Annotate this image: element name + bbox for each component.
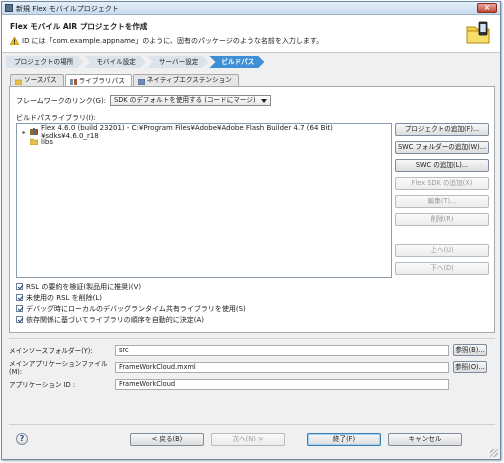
window-title: 新規 Flex モバイルプロジェクト [16, 5, 119, 13]
tree-item-flex-sdk-label: Flex 4.6.0 (build 23201) - C:¥Program Fi… [40, 124, 333, 140]
wizard-message: ID には「com.example.appname」のように、固有のパッケージの… [10, 36, 323, 46]
crumb-server-settings[interactable]: サーバー設定 [147, 56, 209, 68]
warning-icon [10, 37, 19, 45]
wizard-breadcrumb: プロジェクトの場所 モバイル設定 サーバー設定 ビルドパス [6, 56, 265, 68]
add-swc-button[interactable]: SWC の追加(L)... [395, 159, 489, 172]
folder-project-icon [464, 19, 492, 47]
app-id-row: アプリケーション ID : FrameWorkCloud [9, 378, 495, 390]
add-flex-sdk-button[interactable]: Flex SDK の追加(X) [395, 177, 489, 190]
back-button[interactable]: < 戻る(B) [130, 433, 204, 446]
remove-button[interactable]: 削除(R) [395, 213, 489, 226]
tree-item-flex-sdk[interactable]: ▸ Flex 4.6.0 (build 23201) - C:¥Program … [21, 124, 387, 140]
wizard-title: Flex モバイル AIR プロジェクトを作成 [10, 22, 148, 31]
use-local-debug-runtime-label: デバッグ時にローカルのデバッグランタイム共有ライブラリを使用(S) [26, 304, 246, 313]
auto-library-order-checkbox[interactable]: 依存関係に基づいてライブラリの順序を自動的に決定(A) [16, 314, 246, 325]
app-id-label: アプリケーション ID : [9, 381, 76, 389]
cancel-button[interactable]: キャンセル [388, 433, 462, 446]
browse-source-button[interactable]: 参照(B)... [453, 344, 487, 356]
framework-link-value: SDK のデフォルトを使用する (コードにマージ) [114, 96, 256, 104]
main-source-folder-label: メインソースフォルダー(Y): [9, 347, 93, 355]
app-id-input[interactable]: FrameWorkCloud [115, 378, 449, 390]
dialog-window: 新規 Flex モバイルプロジェクト × Flex モバイル AIR プロジェク… [1, 1, 501, 460]
framework-link-row: フレームワークのリンク(G): SDK のデフォルトを使用する (コードにマージ… [16, 95, 271, 106]
move-up-button[interactable]: 上へ(U) [395, 244, 489, 257]
footer-divider [9, 424, 495, 425]
tab-native-extensions[interactable]: ネイティブエクステンション [132, 74, 239, 86]
chevron-down-icon [260, 99, 267, 103]
library-button-column: プロジェクトの追加(F)... SWC フォルダーの追加(W)... SWC の… [395, 123, 489, 280]
tree-item-libs-label: libs [41, 138, 53, 146]
extension-icon [137, 78, 146, 85]
finish-button[interactable]: 終了(F) [307, 433, 381, 446]
main-app-file-label: メインアプリケーションファイル(M): [9, 360, 108, 376]
divider [9, 338, 495, 339]
checkbox-checked[interactable] [16, 305, 23, 312]
move-down-button[interactable]: 下へ(D) [395, 262, 489, 275]
expand-icon[interactable]: ▸ [21, 129, 27, 136]
wizard-footer: ? < 戻る(B) 次へ(N) > 終了(F) キャンセル [2, 427, 500, 459]
checkbox-checked[interactable] [16, 294, 23, 301]
verify-rsl-label: RSL の要約を検証(製品用に推奨)(V) [26, 282, 142, 291]
browse-app-file-button[interactable]: 参照(O)... [453, 361, 487, 373]
wizard-message-text: ID には「com.example.appname」のように、固有のパッケージの… [22, 37, 324, 45]
library-path-panel: フレームワークのリンク(G): SDK のデフォルトを使用する (コードにマージ… [9, 86, 495, 333]
library-icon [69, 78, 77, 85]
framework-link-label: フレームワークのリンク(G): [16, 96, 107, 105]
tab-library-path-label: ライブラリパス [78, 76, 125, 85]
folder-icon [29, 138, 39, 147]
add-swc-folder-button[interactable]: SWC フォルダーの追加(W)... [395, 141, 489, 154]
tab-source-path[interactable]: ソースパス [10, 74, 64, 86]
verify-rsl-checkbox[interactable]: RSL の要約を検証(製品用に推奨)(V) [16, 281, 246, 292]
use-local-debug-runtime-checkbox[interactable]: デバッグ時にローカルのデバッグランタイム共有ライブラリを使用(S) [16, 303, 246, 314]
remove-unused-rsl-label: 未使用の RSL を削除(L) [26, 293, 103, 302]
sdk-library-icon [29, 127, 38, 137]
checkbox-checked[interactable] [16, 283, 23, 290]
buildpath-libraries-label: ビルドパスライブラリ(I): [16, 114, 96, 122]
crumb-mobile-settings[interactable]: モバイル設定 [84, 56, 146, 68]
edit-button[interactable]: 編集(T)... [395, 195, 489, 208]
crumb-build-path[interactable]: ビルドパス [209, 56, 264, 68]
buildpath-tree[interactable]: ▸ Flex 4.6.0 (build 23201) - C:¥Program … [16, 123, 392, 278]
build-path-tabs: ソースパス ライブラリパス ネイティブエクステンション [10, 74, 240, 87]
framework-link-select[interactable]: SDK のデフォルトを使用する (コードにマージ) [110, 95, 271, 106]
tab-source-path-label: ソースパス [24, 76, 57, 84]
app-icon [5, 4, 13, 12]
main-source-folder-row: メインソースフォルダー(Y): src 参照(B)... [9, 344, 495, 356]
main-app-file-input[interactable]: FrameWorkCloud.mxml [115, 361, 449, 373]
main-source-folder-input[interactable]: src [115, 344, 449, 356]
library-options: RSL の要約を検証(製品用に推奨)(V) 未使用の RSL を削除(L) デバ… [16, 281, 246, 325]
auto-library-order-label: 依存関係に基づいてライブラリの順序を自動的に決定(A) [26, 315, 205, 324]
main-app-file-row: メインアプリケーションファイル(M): FrameWorkCloud.mxml … [9, 360, 495, 376]
remove-unused-rsl-checkbox[interactable]: 未使用の RSL を削除(L) [16, 292, 246, 303]
title-bar[interactable]: 新規 Flex モバイルプロジェクト × [2, 2, 500, 15]
source-folder-icon [14, 78, 23, 85]
crumb-project-location[interactable]: プロジェクトの場所 [6, 56, 83, 68]
help-icon[interactable]: ? [16, 433, 28, 445]
next-button[interactable]: 次へ(N) > [211, 433, 285, 446]
resize-grip[interactable] [490, 449, 498, 457]
checkbox-checked[interactable] [16, 316, 23, 323]
close-button[interactable]: × [477, 3, 497, 13]
add-project-button[interactable]: プロジェクトの追加(F)... [395, 123, 489, 136]
wizard-header: Flex モバイル AIR プロジェクトを作成 ID には「com.exampl… [2, 15, 500, 53]
tab-native-extensions-label: ネイティブエクステンション [146, 76, 232, 84]
